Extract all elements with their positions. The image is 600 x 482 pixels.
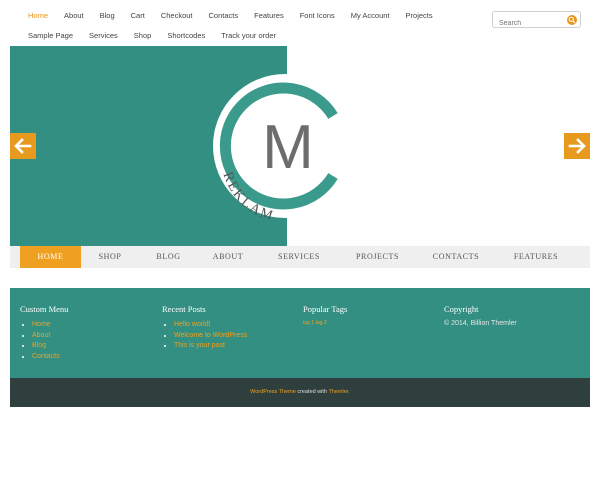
top-nav-row-1: Home About Blog Cart Checkout Contacts F… — [20, 6, 460, 26]
logo-letter: M — [262, 113, 314, 182]
post-link-hello-world[interactable]: Hello world! — [174, 321, 211, 328]
reklam-logo: M REKLAM — [213, 74, 350, 221]
menu-item-shop[interactable]: SHOP — [81, 246, 139, 268]
footer-link-home[interactable]: Home — [32, 321, 51, 328]
list-item: This is your post — [174, 341, 247, 352]
search-input[interactable] — [493, 16, 563, 31]
arrow-left-icon — [14, 138, 32, 154]
created-with-text: created with — [295, 389, 329, 395]
wordpress-theme-link[interactable]: WordPress Theme — [250, 389, 296, 395]
nav-link-sample-page[interactable]: Sample Page — [28, 26, 73, 46]
nav-link-about[interactable]: About — [64, 6, 84, 26]
bottom-bar: WordPress Theme created with Themler. — [10, 378, 590, 407]
post-link-your-post[interactable]: This is your post — [174, 342, 225, 349]
nav-link-services[interactable]: Services — [89, 26, 118, 46]
footer-link-about[interactable]: About — [32, 332, 50, 339]
nav-link-track-order[interactable]: Track your order — [221, 26, 276, 46]
post-link-welcome[interactable]: Welcome to WordPress — [174, 332, 247, 339]
nav-link-features[interactable]: Features — [254, 6, 284, 26]
recent-posts-list: Hello world! Welcome to WordPress This i… — [162, 320, 247, 352]
menu-item-services[interactable]: SERVICES — [258, 246, 340, 268]
nav-link-home[interactable]: Home — [28, 6, 48, 26]
search-button[interactable] — [567, 15, 577, 25]
nav-link-contacts[interactable]: Contacts — [209, 6, 239, 26]
popular-tags-widget: Popular Tags tag 1 tag 2 — [303, 304, 347, 326]
footer-link-contacts[interactable]: Contacts — [32, 353, 60, 360]
nav-link-projects[interactable]: Projects — [406, 6, 433, 26]
menu-item-home[interactable]: HOME — [20, 246, 81, 268]
nav-link-cart[interactable]: Cart — [131, 6, 145, 26]
custom-menu-widget: Custom Menu Home About Blog Contacts — [20, 304, 68, 362]
copyright-widget: Copyright © 2014, Billion Themler — [444, 304, 517, 327]
arrow-right-icon — [568, 138, 586, 154]
recent-posts-widget: Recent Posts Hello world! Welcome to Wor… — [162, 304, 247, 352]
list-item: Hello world! — [174, 320, 247, 331]
list-item: Contacts — [32, 352, 68, 363]
nav-link-my-account[interactable]: My Account — [351, 6, 390, 26]
menu-item-contacts[interactable]: CONTACTS — [415, 246, 497, 268]
custom-menu-list: Home About Blog Contacts — [20, 320, 68, 362]
footer-widgets: Custom Menu Home About Blog Contacts Rec… — [10, 288, 590, 378]
search-icon — [568, 16, 576, 24]
top-nav-row-2: Sample Page Services Shop Shortcodes Tra… — [20, 26, 460, 46]
recent-posts-title: Recent Posts — [162, 304, 206, 314]
slider-next-button[interactable] — [564, 133, 590, 159]
nav-link-font-icons[interactable]: Font Icons — [300, 6, 335, 26]
menu-item-projects[interactable]: PROJECTS — [340, 246, 415, 268]
nav-link-checkout[interactable]: Checkout — [161, 6, 193, 26]
custom-menu-title: Custom Menu — [20, 304, 69, 314]
list-item: Home — [32, 320, 68, 331]
main-menu: HOME SHOP BLOG ABOUT SERVICES PROJECTS C… — [10, 246, 590, 268]
image-slider: M REKLAM — [10, 46, 590, 246]
footer-link-blog[interactable]: Blog — [32, 342, 46, 349]
nav-link-shop[interactable]: Shop — [134, 26, 152, 46]
menu-item-about[interactable]: ABOUT — [198, 246, 258, 268]
menu-item-blog[interactable]: BLOG — [139, 246, 198, 268]
list-item: About — [32, 331, 68, 342]
top-navigation: Home About Blog Cart Checkout Contacts F… — [20, 6, 460, 46]
nav-link-shortcodes[interactable]: Shortcodes — [167, 26, 205, 46]
copyright-title: Copyright — [444, 304, 479, 314]
list-item: Blog — [32, 341, 68, 352]
themler-link[interactable]: Themler. — [328, 389, 349, 395]
popular-tags-title: Popular Tags — [303, 304, 348, 314]
search-box — [492, 11, 581, 31]
copyright-text: © 2014, Billion Themler — [444, 320, 517, 327]
menu-item-features[interactable]: FEATURES — [497, 246, 575, 268]
list-item: Welcome to WordPress — [174, 331, 247, 342]
tag-cloud[interactable]: tag 1 tag 2 — [303, 320, 347, 326]
slider-prev-button[interactable] — [10, 133, 36, 159]
nav-link-blog[interactable]: Blog — [100, 6, 115, 26]
